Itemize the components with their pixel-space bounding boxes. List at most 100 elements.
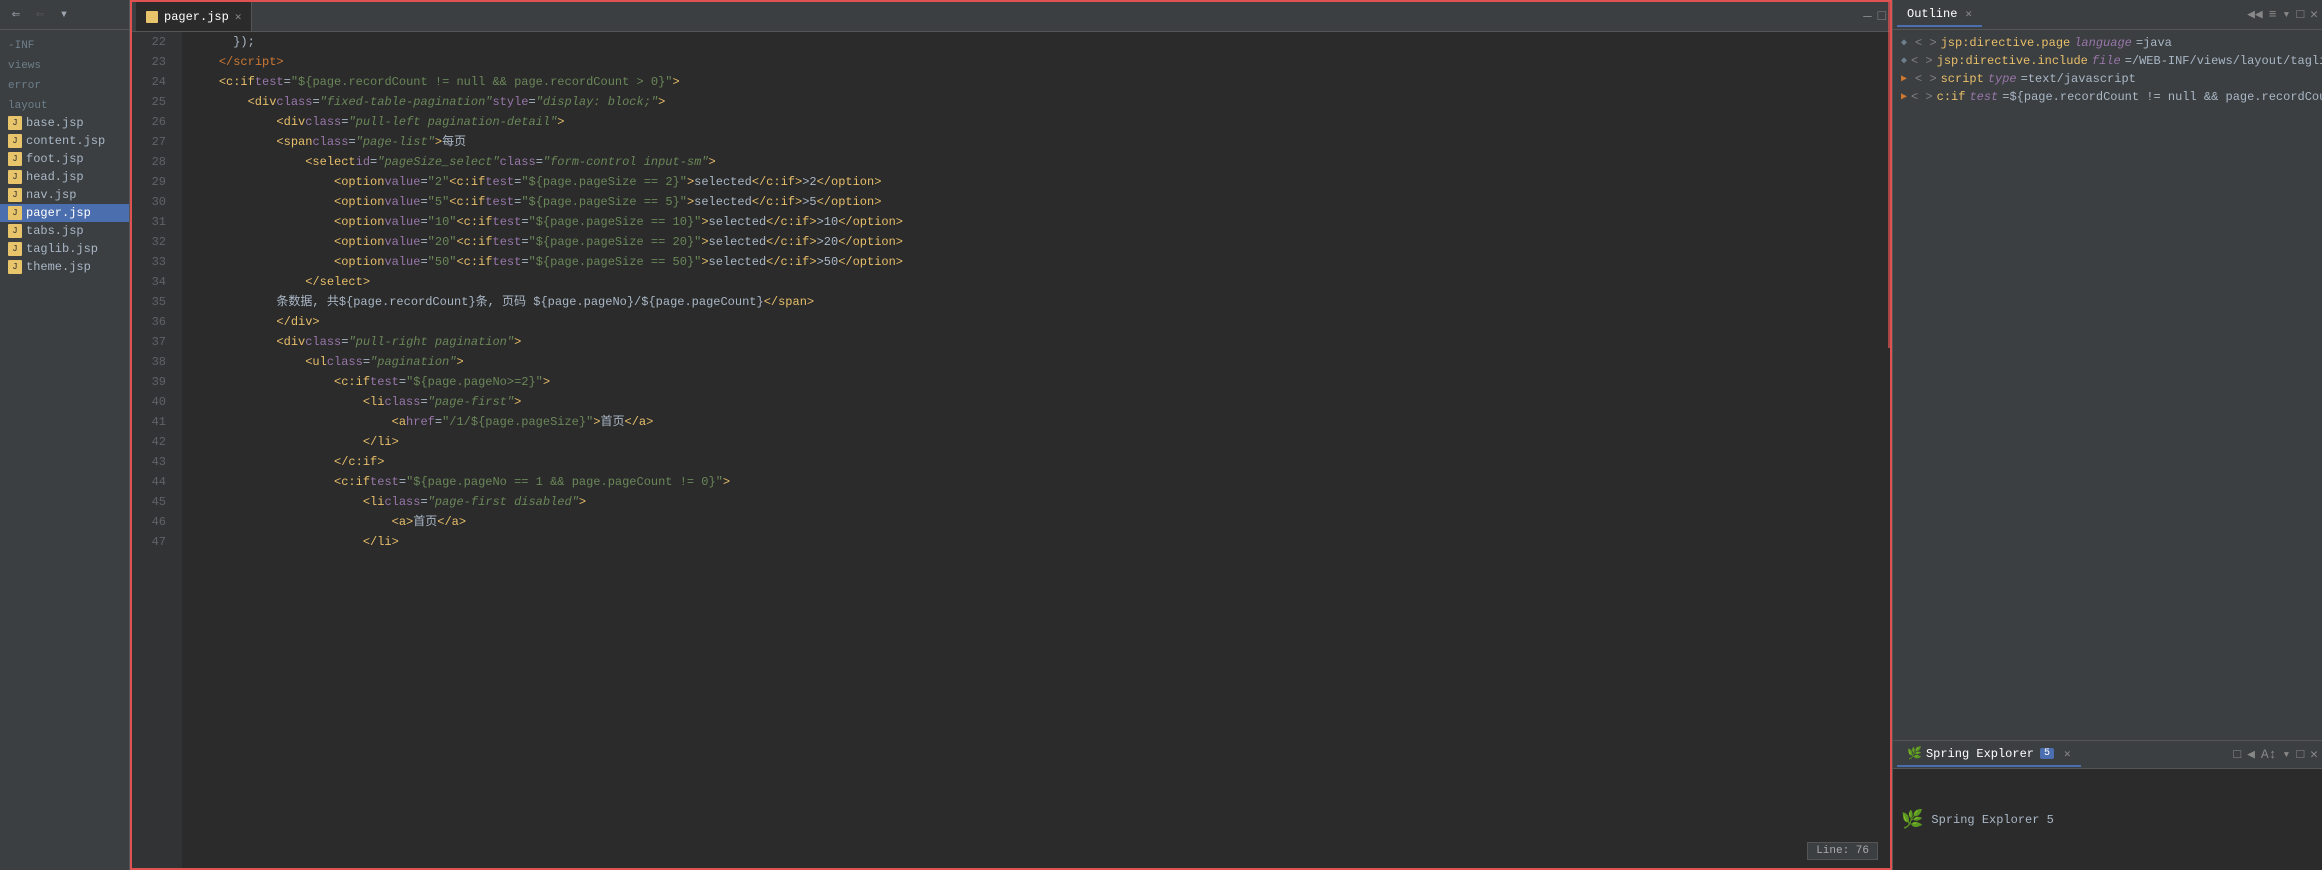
tab-label: pager.jsp bbox=[164, 10, 229, 24]
code-editor[interactable]: 22 23 24 25 26 27 28 29 30 31 32 33 34 3… bbox=[132, 32, 1890, 868]
outline-tab[interactable]: Outline ✕ bbox=[1897, 3, 1982, 27]
file-label: taglib.jsp bbox=[26, 242, 98, 256]
editor-tab-pager[interactable]: pager.jsp ✕ bbox=[136, 2, 252, 31]
outline-icon-dropdown[interactable]: ▾ bbox=[2283, 7, 2291, 22]
outline-win-controls: ◀◀ ≡ ▾ □ ✕ bbox=[2247, 7, 2318, 22]
code-line-38: <ul class="pagination"> bbox=[190, 352, 1890, 372]
outline-icon-restore[interactable]: □ bbox=[2296, 7, 2304, 22]
spring-icon-back[interactable]: ◀ bbox=[2247, 747, 2255, 762]
outline-tab-label: Outline bbox=[1907, 7, 1957, 21]
editor-maximize-btn[interactable]: □ bbox=[1878, 9, 1886, 25]
file-taglib-jsp[interactable]: J taglib.jsp bbox=[0, 240, 129, 258]
spring-icon-restore[interactable]: □ bbox=[2233, 747, 2241, 762]
outline-icon-list[interactable]: ≡ bbox=[2269, 7, 2277, 22]
file-icon: J bbox=[8, 116, 22, 130]
file-base-jsp[interactable]: J base.jsp bbox=[0, 114, 129, 132]
outline-attr: language bbox=[2074, 36, 2132, 50]
nav-back-icon[interactable]: ⇐ bbox=[6, 5, 26, 25]
code-line-36: </div> bbox=[190, 312, 1890, 332]
file-label: foot.jsp bbox=[26, 152, 84, 166]
tab-close-icon[interactable]: ✕ bbox=[235, 10, 242, 24]
code-line-44: <c:if test="${page.pageNo == 1 && page.p… bbox=[190, 472, 1890, 492]
outline-tag-name: jsp:directive.include bbox=[1937, 54, 2088, 68]
outline-attr: test bbox=[1969, 90, 1998, 104]
outline-icon-back[interactable]: ◀◀ bbox=[2247, 7, 2263, 22]
code-line-47: </li> bbox=[190, 532, 1890, 552]
code-line-34: </select> bbox=[190, 272, 1890, 292]
code-line-39: <c:if test="${page.pageNo>=2}"> bbox=[190, 372, 1890, 392]
file-tabs-jsp[interactable]: J tabs.jsp bbox=[0, 222, 129, 240]
file-theme-jsp[interactable]: J theme.jsp bbox=[0, 258, 129, 276]
spring-win-controls: □ ◀ A↕ ▾ □ ✕ bbox=[2233, 747, 2318, 762]
file-icon: J bbox=[8, 170, 22, 184]
line-numbers: 22 23 24 25 26 27 28 29 30 31 32 33 34 3… bbox=[132, 32, 182, 868]
outline-arrow: ◆ bbox=[1901, 37, 1911, 49]
file-icon: J bbox=[8, 260, 22, 274]
code-line-42: </li> bbox=[190, 432, 1890, 452]
outline-item-script[interactable]: ▶ < > script type =text/javascript bbox=[1893, 70, 2322, 88]
file-nav-jsp[interactable]: J nav.jsp bbox=[0, 186, 129, 204]
spring-tab-close[interactable]: ✕ bbox=[2064, 747, 2071, 761]
sidebar-toolbar: ⇐ ⇐ ▾ bbox=[0, 0, 129, 30]
file-pager-jsp[interactable]: J pager.jsp bbox=[0, 204, 129, 222]
outline-tab-bar: Outline ✕ ◀◀ ≡ ▾ □ ✕ bbox=[1893, 0, 2322, 30]
tab-file-icon bbox=[146, 11, 158, 23]
outline-tree: ◆ < > jsp:directive.page language =java … bbox=[1893, 30, 2322, 740]
code-line-33: <option value="50" <c:if test="${page.pa… bbox=[190, 252, 1890, 272]
spring-icon-max[interactable]: □ bbox=[2296, 747, 2304, 762]
sidebar-dropdown-icon[interactable]: ▾ bbox=[54, 5, 74, 25]
spring-content: 🌿 Spring Explorer 5 bbox=[1893, 769, 2322, 870]
outline-arrow: ▶ bbox=[1901, 73, 1911, 85]
outline-bracket: < > bbox=[1911, 90, 1933, 104]
spring-icon-close[interactable]: ✕ bbox=[2310, 747, 2318, 762]
code-line-30: <option value="5" <c:if test="${page.pag… bbox=[190, 192, 1890, 212]
outline-attr-val: =/WEB-INF/views/layout/taglib.jsp bbox=[2125, 54, 2322, 68]
outline-bracket: < > bbox=[1915, 36, 1937, 50]
nav-forward-icon[interactable]: ⇐ bbox=[30, 5, 50, 25]
file-icon: J bbox=[8, 134, 22, 148]
code-line-46: <a>首页</a> bbox=[190, 512, 1890, 532]
spring-icon-sort[interactable]: A↕ bbox=[2261, 747, 2277, 762]
code-line-28: <select id="pageSize_select" class="form… bbox=[190, 152, 1890, 172]
code-line-31: <option value="10" <c:if test="${page.pa… bbox=[190, 212, 1890, 232]
section-label-views: views bbox=[0, 54, 129, 74]
spring-explorer-panel: 🌿 Spring Explorer 5 ✕ □ ◀ A↕ ▾ □ ✕ 🌿 Spr… bbox=[1893, 740, 2322, 870]
file-label: content.jsp bbox=[26, 134, 105, 148]
code-line-29: <option value="2" <c:if test="${page.pag… bbox=[190, 172, 1890, 192]
file-label: nav.jsp bbox=[26, 188, 76, 202]
outline-bracket: < > bbox=[1915, 72, 1937, 86]
spring-tab-bar: 🌿 Spring Explorer 5 ✕ □ ◀ A↕ ▾ □ ✕ bbox=[1893, 741, 2322, 769]
outline-item-directive-include[interactable]: ◆ < > jsp:directive.include file =/WEB-I… bbox=[1893, 52, 2322, 70]
file-label: theme.jsp bbox=[26, 260, 91, 274]
spring-explorer-label: Spring Explorer bbox=[1926, 747, 2034, 761]
code-line-27: <span class="page-list">每页 bbox=[190, 132, 1890, 152]
spring-explorer-version-label: Spring Explorer 5 bbox=[1931, 813, 2053, 827]
file-label: tabs.jsp bbox=[26, 224, 84, 238]
code-line-43: </c:if> bbox=[190, 452, 1890, 472]
code-line-23: </script> bbox=[190, 52, 1890, 72]
file-label: base.jsp bbox=[26, 116, 84, 130]
right-panel: Outline ✕ ◀◀ ≡ ▾ □ ✕ ◆ < > jsp:directive… bbox=[1892, 0, 2322, 870]
outline-tag-name: jsp:directive.page bbox=[1941, 36, 2071, 50]
outline-arrow: ◆ bbox=[1901, 55, 1907, 67]
outline-bracket: < > bbox=[1911, 54, 1933, 68]
spring-version-badge: 5 bbox=[2040, 748, 2054, 759]
file-label: head.jsp bbox=[26, 170, 84, 184]
file-content-jsp[interactable]: J content.jsp bbox=[0, 132, 129, 150]
file-icon: J bbox=[8, 224, 22, 238]
file-icon: J bbox=[8, 242, 22, 256]
outline-item-directive-page[interactable]: ◆ < > jsp:directive.page language =java bbox=[1893, 34, 2322, 52]
spring-explorer-tab[interactable]: 🌿 Spring Explorer 5 ✕ bbox=[1897, 742, 2081, 767]
outline-icon-close[interactable]: ✕ bbox=[2310, 7, 2318, 22]
sidebar-tree: -INF views error layout J base.jsp J con… bbox=[0, 30, 129, 870]
left-sidebar: ⇐ ⇐ ▾ -INF views error layout J base.jsp… bbox=[0, 0, 130, 870]
outline-item-cif[interactable]: ▶ < > c:if test =${page.recordCount != n… bbox=[1893, 88, 2322, 106]
file-foot-jsp[interactable]: J foot.jsp bbox=[0, 150, 129, 168]
spring-icon-dropdown[interactable]: ▾ bbox=[2283, 747, 2291, 762]
section-label-error: error bbox=[0, 74, 129, 94]
outline-tab-close[interactable]: ✕ bbox=[1965, 7, 1972, 21]
code-line-37: <div class="pull-right pagination"> bbox=[190, 332, 1890, 352]
editor-minimize-btn[interactable]: — bbox=[1863, 9, 1871, 25]
file-head-jsp[interactable]: J head.jsp bbox=[0, 168, 129, 186]
code-content[interactable]: }); </script> <c:if test="${page.recordC… bbox=[182, 32, 1890, 868]
